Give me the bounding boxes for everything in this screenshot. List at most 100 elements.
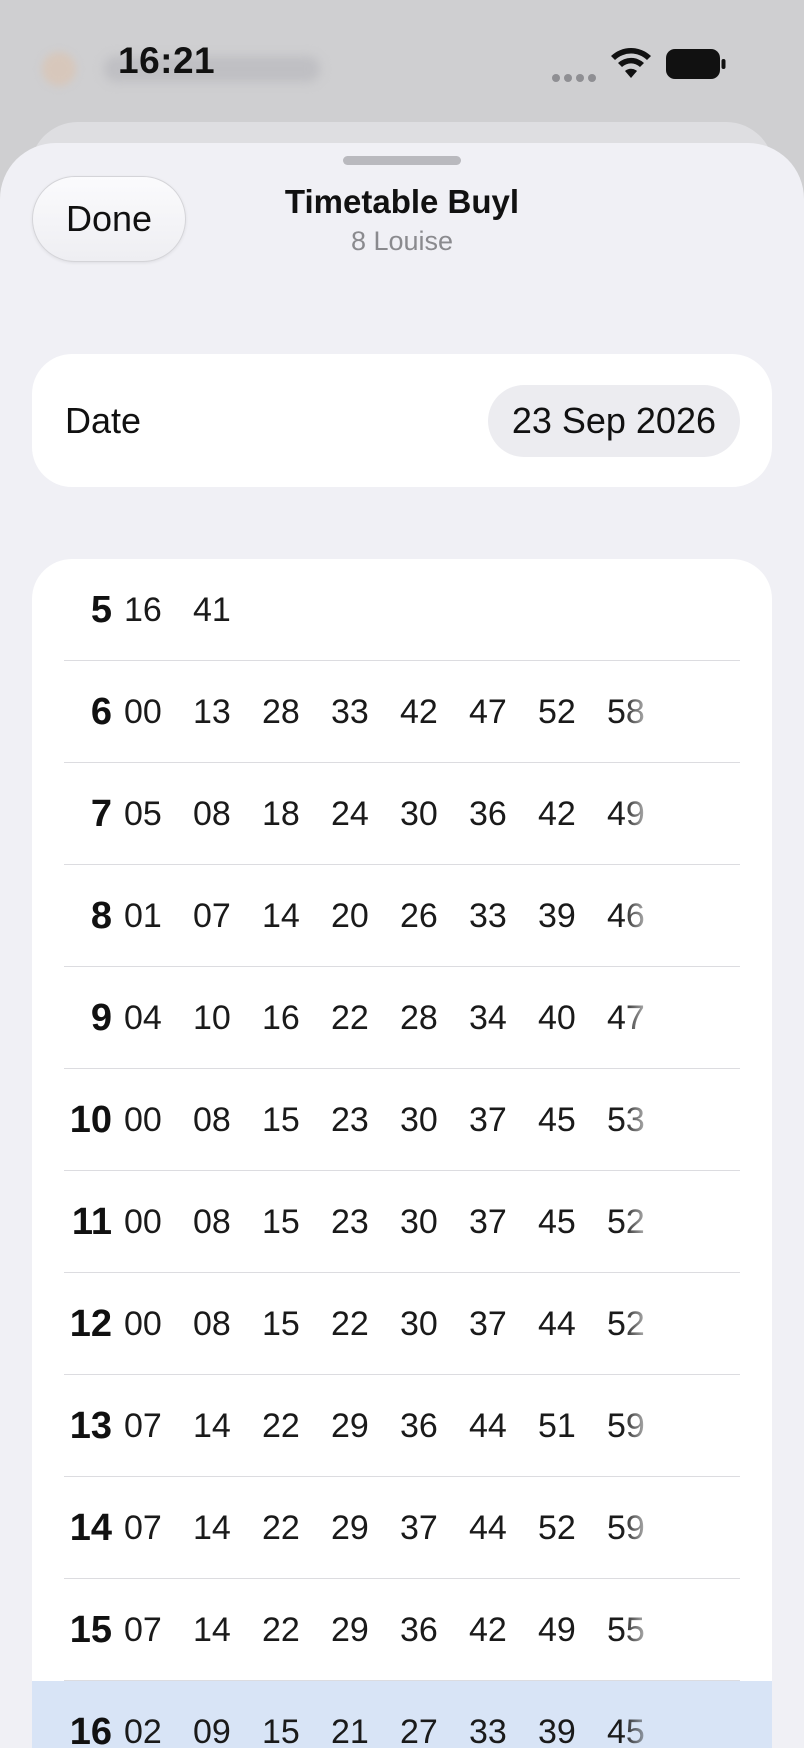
timetable-row: 15 07 14 22 29 36 42 49 55 [32, 1579, 772, 1681]
date-picker-button[interactable]: 23 Sep 2026 [487, 385, 740, 457]
page-subtitle: 8 Louise [350, 226, 454, 256]
departure-minute: 33 [331, 693, 369, 731]
departure-minute: 51 [538, 1407, 576, 1445]
departure-minute: 14 [193, 1407, 231, 1445]
departure-minute: 46 [607, 897, 645, 935]
departure-minute: 41 [193, 591, 231, 629]
departure-minute: 33 [469, 1713, 507, 1748]
departure-minute: 04 [124, 999, 162, 1037]
departure-minute: 45 [538, 1101, 576, 1139]
departure-minute: 22 [331, 1305, 369, 1343]
departure-minute: 44 [538, 1305, 576, 1343]
hour-label: 15 [69, 1609, 112, 1651]
departure-minute: 44 [469, 1509, 507, 1547]
departure-minute: 18 [262, 795, 300, 833]
departure-minute: 00 [124, 693, 162, 731]
departure-minute: 47 [607, 999, 645, 1037]
departure-minute: 36 [400, 1407, 438, 1445]
blurred-app-icon [42, 52, 76, 86]
departure-minute: 26 [400, 897, 438, 935]
departure-minute: 20 [331, 897, 369, 935]
departure-minute: 10 [193, 999, 231, 1037]
departure-minute: 22 [262, 1611, 300, 1649]
departure-minute: 55 [607, 1611, 645, 1649]
timetable-row: 6 00 13 28 33 42 47 52 58 [32, 661, 772, 763]
departure-minute: 58 [607, 693, 645, 731]
departure-minute: 16 [124, 591, 162, 629]
page-title: Timetable Buyl [284, 183, 520, 220]
cellular-signal-icon [552, 74, 596, 82]
hour-label: 16 [69, 1711, 112, 1748]
departure-minute: 08 [193, 795, 231, 833]
timetable-row: 12 00 08 15 22 30 37 44 52 [32, 1273, 772, 1375]
hour-label: 5 [90, 589, 112, 631]
departure-minute: 45 [538, 1203, 576, 1241]
departure-minute: 08 [193, 1101, 231, 1139]
timetable-row-current: 16 02 09 15 21 27 33 39 45 [32, 1681, 772, 1748]
hour-label: 9 [90, 997, 112, 1039]
timetable-row: 5 16 41 [32, 559, 772, 661]
departure-minute: 33 [469, 897, 507, 935]
departure-minute: 05 [124, 795, 162, 833]
departure-minute: 23 [331, 1101, 369, 1139]
status-time: 16:21 [118, 40, 216, 81]
departure-minute: 29 [331, 1407, 369, 1445]
departure-minute: 37 [469, 1305, 507, 1343]
hour-label: 13 [69, 1405, 112, 1447]
timetable-row: 10 00 08 15 23 30 37 45 53 [32, 1069, 772, 1171]
departure-minute: 22 [262, 1509, 300, 1547]
hour-label: 6 [90, 691, 112, 733]
departure-minute: 59 [607, 1509, 645, 1547]
departure-minute: 08 [193, 1305, 231, 1343]
departure-minute: 39 [538, 1713, 576, 1748]
timetable-row: 8 01 07 14 20 26 33 39 46 [32, 865, 772, 967]
timetable-row: 9 04 10 16 22 28 34 40 47 [32, 967, 772, 1069]
departure-minute: 36 [400, 1611, 438, 1649]
departure-minute: 13 [193, 693, 231, 731]
hour-label: 11 [71, 1201, 112, 1243]
departure-minute: 52 [607, 1203, 645, 1241]
departure-minute: 22 [331, 999, 369, 1037]
departure-minute: 28 [400, 999, 438, 1037]
departure-minute: 23 [331, 1203, 369, 1241]
departure-minute: 28 [262, 693, 300, 731]
timetable-list: 5 16 41 6 00 13 28 33 42 47 52 58 7 05 08 18 24 30 36 42 49 8… [32, 559, 772, 1748]
departure-minute: 00 [124, 1203, 162, 1241]
departure-minute: 15 [262, 1305, 300, 1343]
departure-minute: 02 [124, 1713, 162, 1748]
departure-minute: 37 [469, 1101, 507, 1139]
departure-minute: 24 [331, 795, 369, 833]
departure-minute: 44 [469, 1407, 507, 1445]
departure-minute: 49 [607, 795, 645, 833]
departure-minute: 37 [469, 1203, 507, 1241]
departure-minute: 07 [124, 1407, 162, 1445]
departure-minute: 52 [538, 1509, 576, 1547]
departure-minute: 29 [331, 1509, 369, 1547]
hour-label: 12 [69, 1303, 112, 1345]
departure-minute: 42 [400, 693, 438, 731]
timetable-sheet: Done Timetable Buyl 8 Louise Date 23 Sep… [0, 143, 804, 1748]
departure-minute: 07 [124, 1509, 162, 1547]
hour-label: 7 [90, 793, 112, 835]
departure-minute: 29 [331, 1611, 369, 1649]
status-bar: 16:21 [0, 0, 804, 124]
wifi-icon [611, 48, 651, 78]
departure-minute: 30 [400, 1305, 438, 1343]
departure-minute: 36 [469, 795, 507, 833]
hour-label: 14 [69, 1507, 112, 1549]
departure-minute: 49 [538, 1611, 576, 1649]
departure-minute: 42 [469, 1611, 507, 1649]
departure-minute: 59 [607, 1407, 645, 1445]
departure-minute: 52 [607, 1305, 645, 1343]
departure-minute: 40 [538, 999, 576, 1037]
departure-minute: 21 [331, 1713, 369, 1748]
departure-minute: 09 [193, 1713, 231, 1748]
timetable-row: 11 00 08 15 23 30 37 45 52 [32, 1171, 772, 1273]
date-label: Date [65, 400, 142, 441]
sheet-grabber-handle[interactable] [343, 156, 461, 165]
timetable-row: 14 07 14 22 29 37 44 52 59 [32, 1477, 772, 1579]
departure-minute: 16 [262, 999, 300, 1037]
departure-minute: 15 [262, 1713, 300, 1748]
departure-minute: 27 [400, 1713, 438, 1748]
departure-minute: 53 [607, 1101, 645, 1139]
